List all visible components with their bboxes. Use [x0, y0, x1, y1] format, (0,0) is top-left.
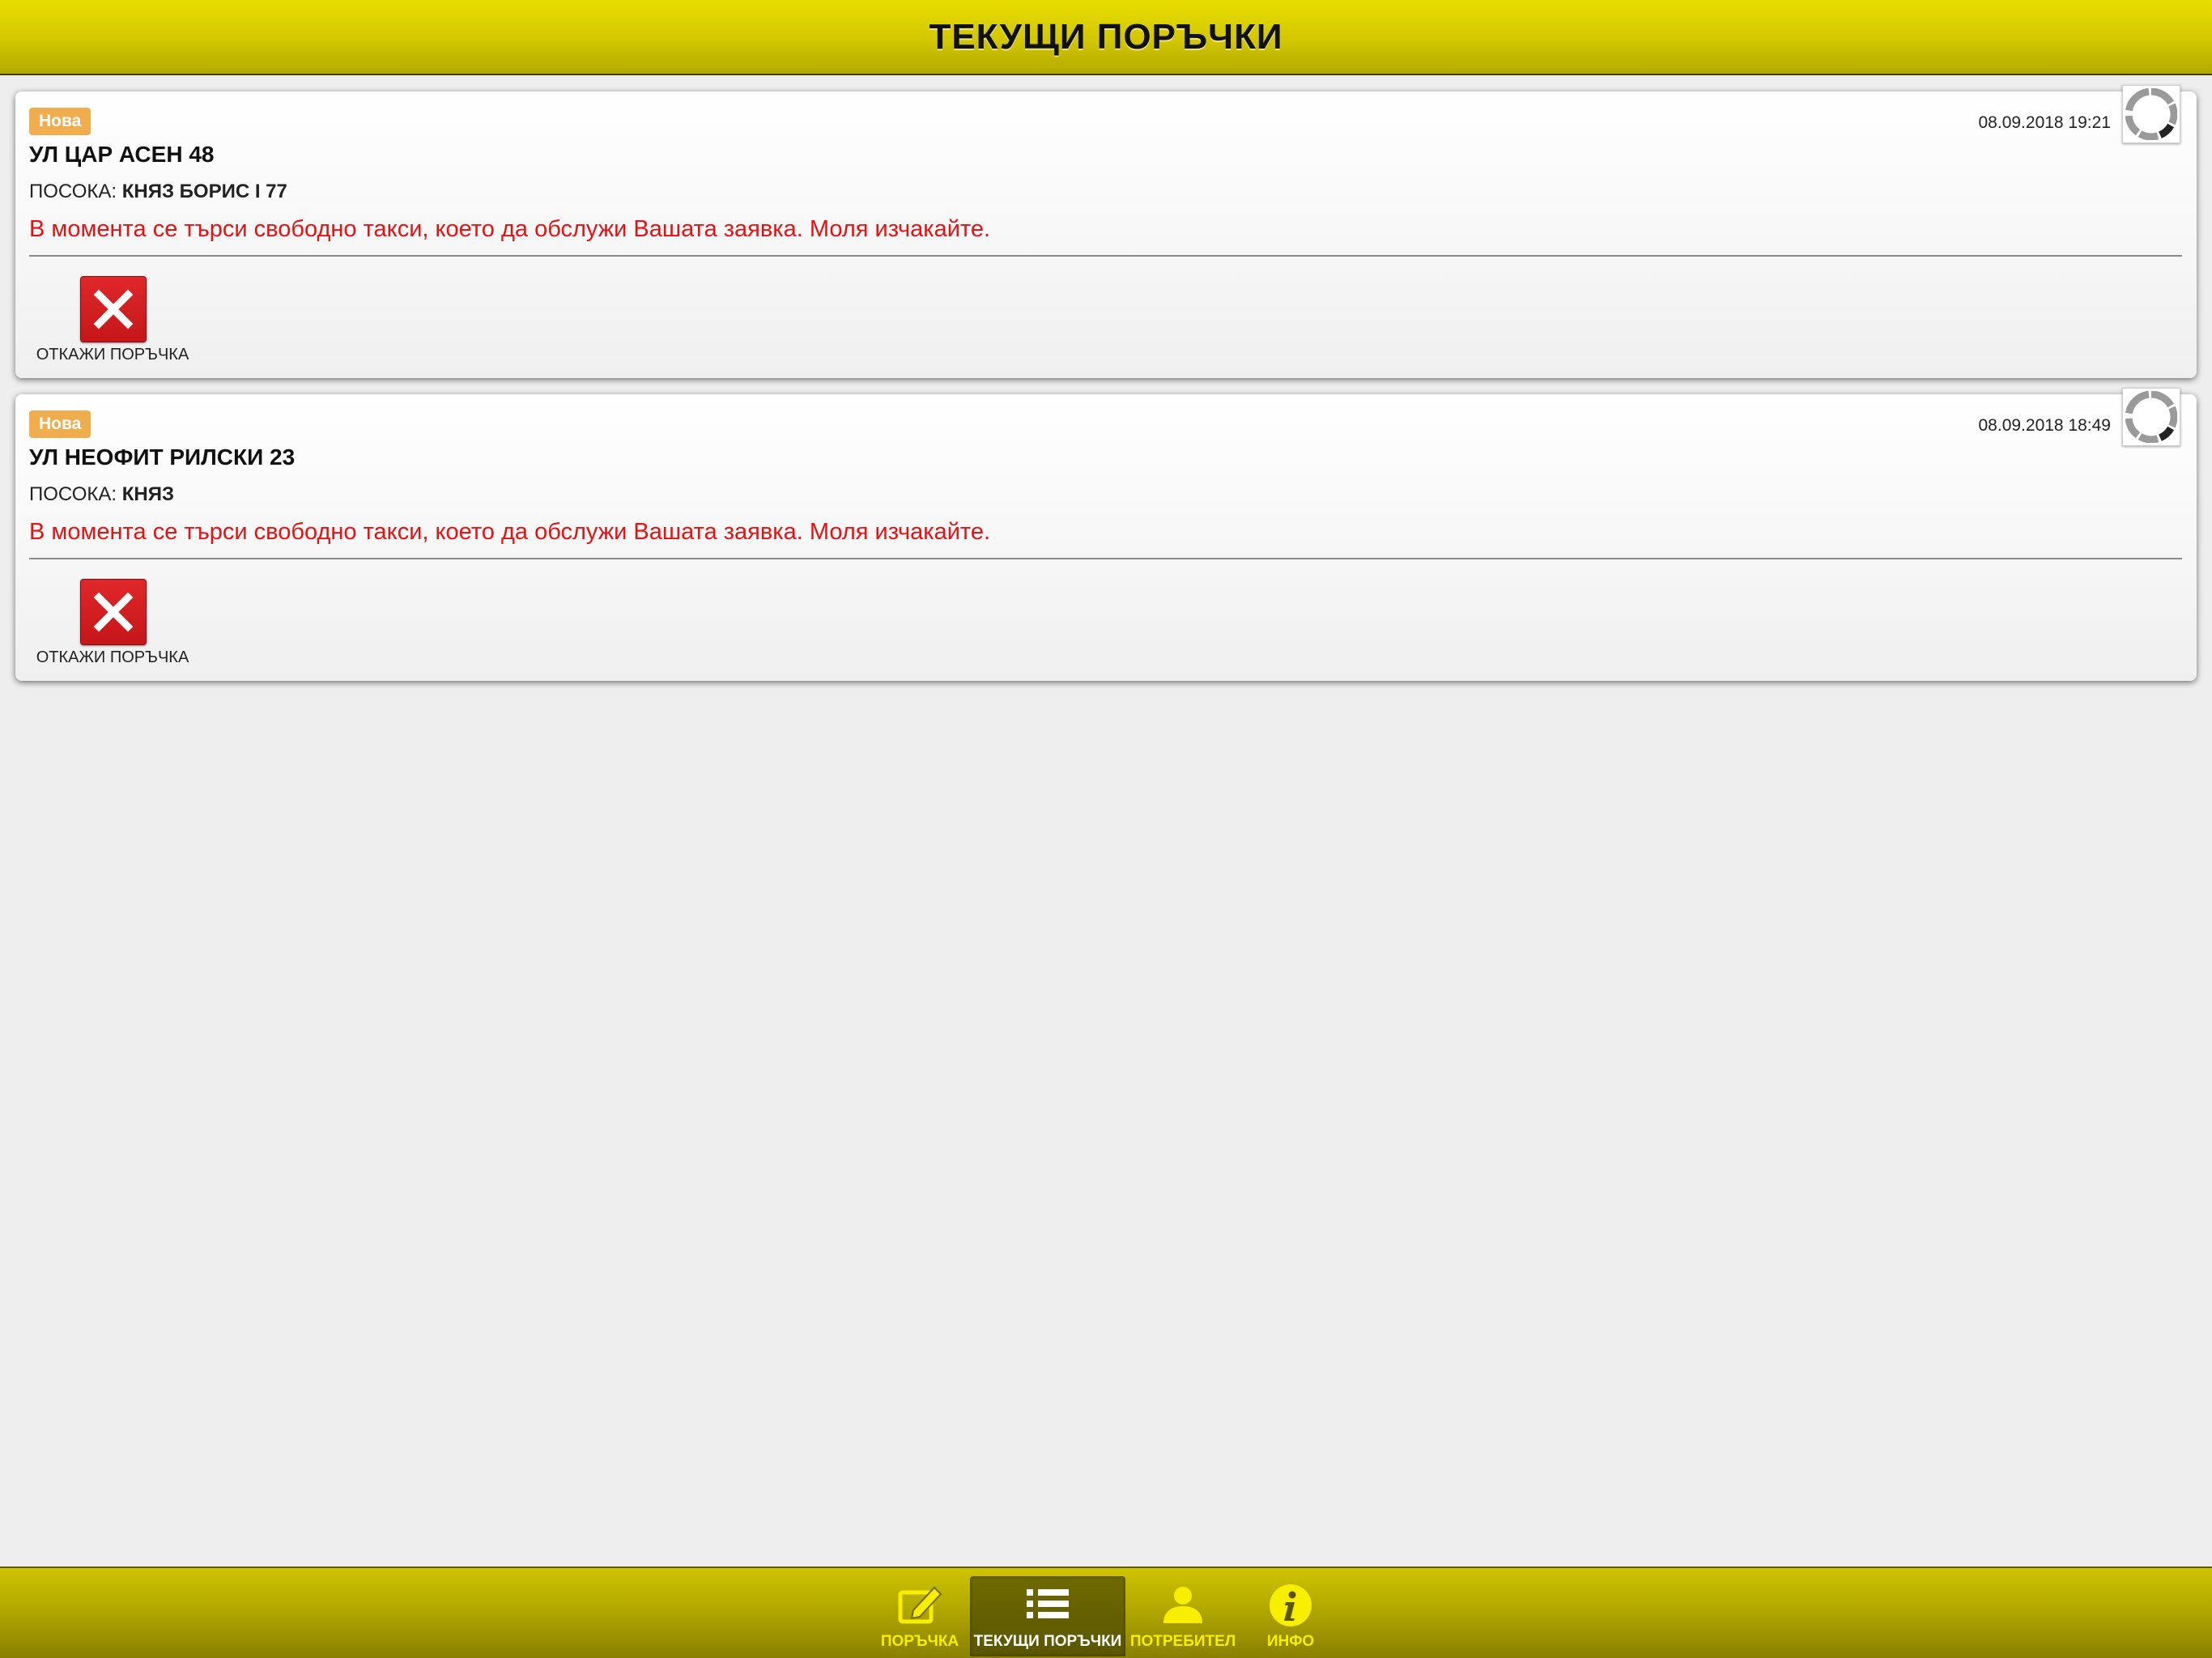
loading-spinner-icon [2122, 388, 2180, 446]
direction-label: ПОСОКА: [29, 483, 117, 505]
direction-line: ПОСОКА: КНЯЗ [29, 483, 174, 506]
tab-order[interactable]: ПОРЪЧКА [874, 1576, 965, 1656]
pickup-address: УЛ ЦАР АСЕН 48 [29, 142, 215, 167]
edit-icon[interactable] [895, 1583, 944, 1628]
header-bar: ТЕКУЩИ ПОРЪЧКИ [0, 0, 2212, 75]
page-title: ТЕКУЩИ ПОРЪЧКИ [929, 16, 1283, 57]
status-message: В момента се търси свободно такси, което… [29, 216, 991, 242]
user-icon[interactable] [1159, 1583, 1207, 1628]
tab-order-label[interactable]: ПОРЪЧКА [874, 1633, 965, 1651]
cancel-order-button[interactable]: ОТКАЖИ ПОРЪЧКА [29, 579, 196, 672]
status-message: В момента се търси свободно такси, което… [29, 519, 991, 545]
tab-info[interactable]: ИНФО [1245, 1576, 1336, 1656]
loading-spinner-icon [2122, 85, 2180, 143]
divider [29, 255, 2182, 257]
tab-current-orders-label[interactable]: ТЕКУЩИ ПОРЪЧКИ [970, 1633, 1125, 1651]
close-icon[interactable] [80, 579, 147, 645]
list-icon[interactable] [1023, 1583, 1072, 1628]
divider [29, 558, 2182, 559]
order-timestamp: 08.09.2018 19:21 [1978, 113, 2112, 132]
order-timestamp: 08.09.2018 18:49 [1978, 416, 2112, 435]
cancel-order-label[interactable]: ОТКАЖИ ПОРЪЧКА [29, 346, 196, 364]
cancel-order-button[interactable]: ОТКАЖИ ПОРЪЧКА [29, 276, 196, 369]
tab-info-label[interactable]: ИНФО [1245, 1633, 1336, 1651]
order-card: Нова 08.09.2018 19:21 УЛ ЦАР АСЕН 48 ПОС… [15, 85, 2197, 378]
info-icon[interactable] [1266, 1583, 1315, 1628]
pickup-address: УЛ НЕОФИТ РИЛСКИ 23 [29, 444, 296, 470]
status-badge: Нова [29, 410, 91, 438]
order-card: Нова 08.09.2018 18:49 УЛ НЕОФИТ РИЛСКИ 2… [15, 388, 2197, 681]
tab-user-label[interactable]: ПОТРЕБИТЕЛ [1127, 1633, 1239, 1651]
direction-line: ПОСОКА: КНЯЗ БОРИС I 77 [29, 181, 287, 203]
tab-current-orders[interactable]: ТЕКУЩИ ПОРЪЧКИ [970, 1576, 1125, 1656]
direction-value: КНЯЗ [121, 483, 174, 505]
direction-value: КНЯЗ БОРИС I 77 [121, 181, 287, 202]
close-icon[interactable] [80, 276, 147, 342]
cancel-order-label[interactable]: ОТКАЖИ ПОРЪЧКА [29, 648, 196, 667]
status-badge: Нова [29, 108, 91, 135]
bottom-tab-bar: ПОРЪЧКА ТЕКУЩИ ПОРЪЧКИ ПОТРЕБИТЕЛ ИНФО [0, 1567, 2212, 1658]
tab-user[interactable]: ПОТРЕБИТЕЛ [1127, 1576, 1239, 1656]
direction-label: ПОСОКА: [29, 181, 117, 202]
